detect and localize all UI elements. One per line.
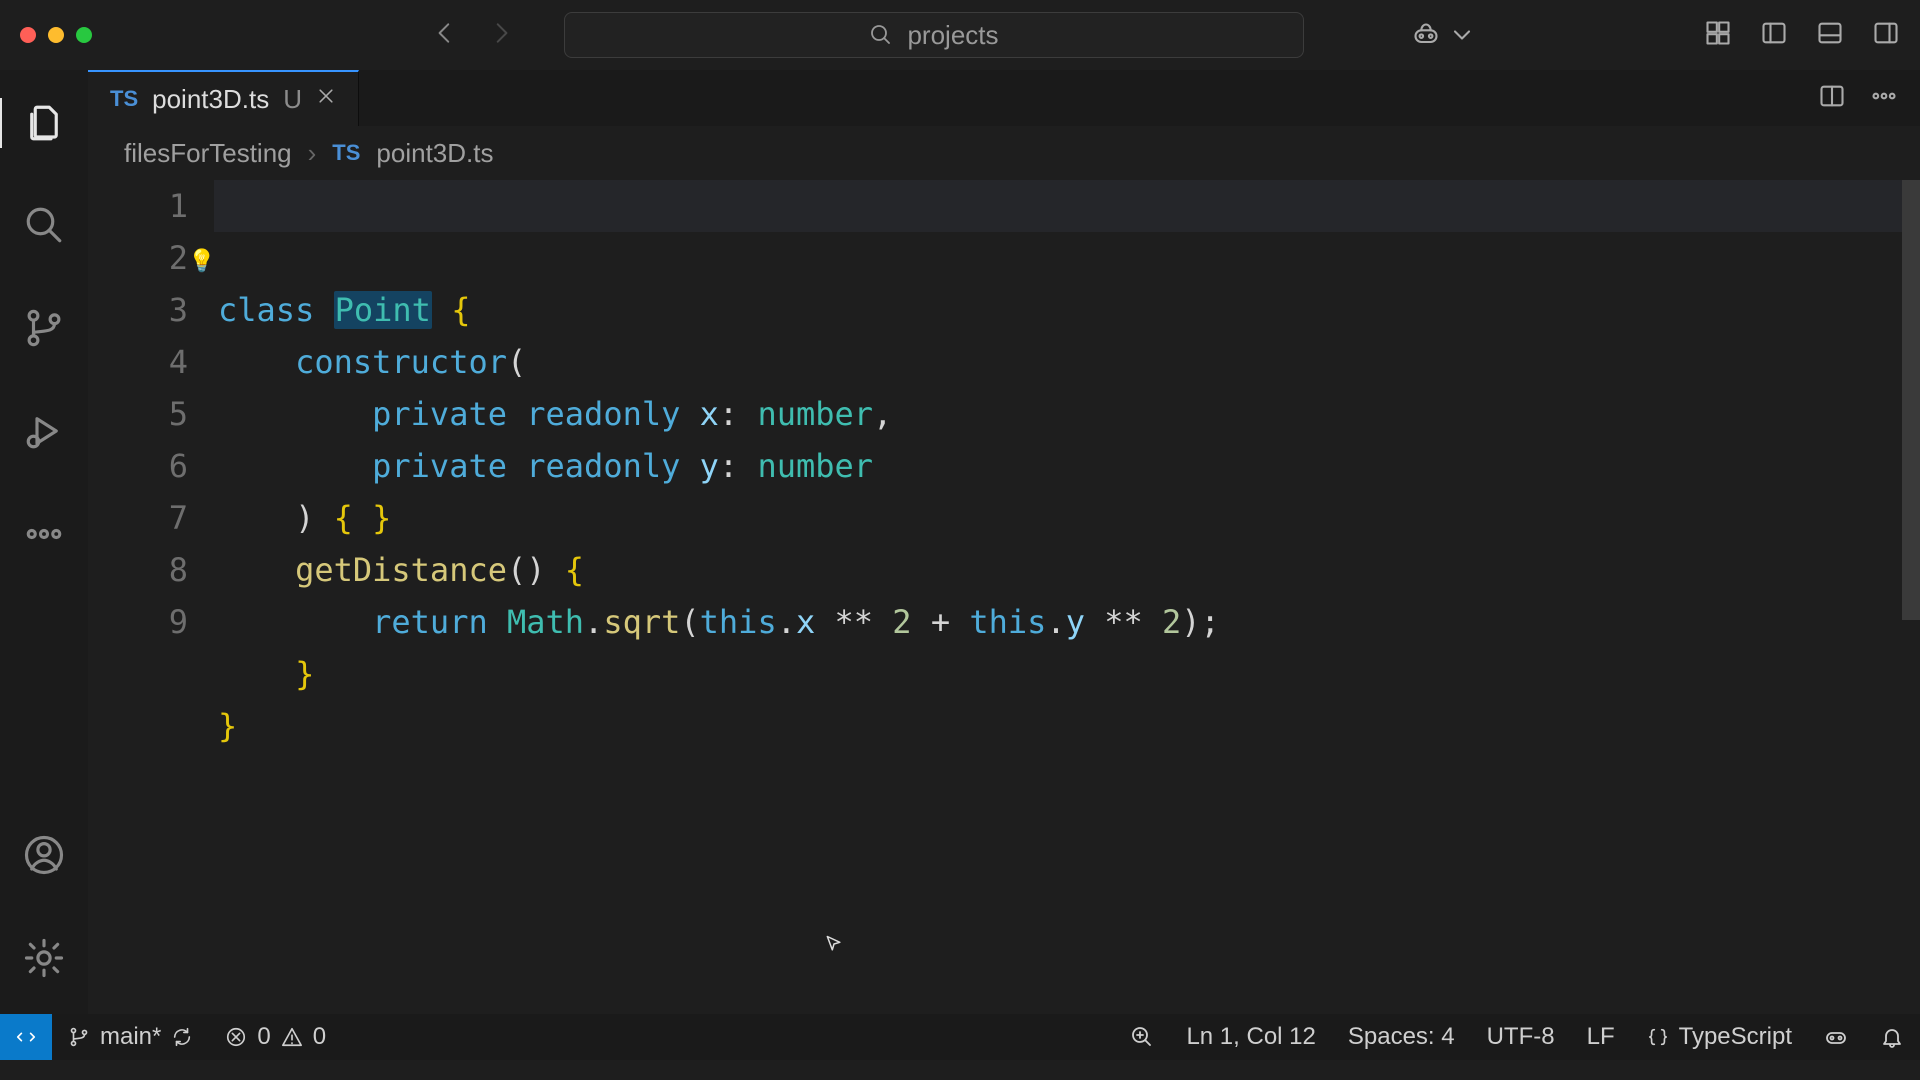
zoom-window-button[interactable]: [76, 27, 92, 43]
gear-icon: [23, 937, 65, 979]
tab-close-button[interactable]: [316, 86, 336, 112]
breadcrumb-folder[interactable]: filesForTesting: [124, 138, 292, 169]
warning-icon: [281, 1026, 303, 1048]
warning-count: 0: [313, 1023, 326, 1051]
encoding-status[interactable]: UTF-8: [1471, 1023, 1571, 1051]
braces-icon: [1647, 1026, 1669, 1048]
sync-icon[interactable]: [171, 1026, 193, 1048]
minimap-scrollbar[interactable]: [1902, 180, 1920, 1014]
tab-modified-indicator: U: [283, 84, 302, 115]
branch-icon: [68, 1026, 90, 1048]
search-icon: [23, 204, 65, 246]
editor-tab-point3d[interactable]: TS point3D.ts U: [88, 70, 359, 126]
source-control-tab[interactable]: [23, 307, 65, 354]
typescript-badge: TS: [110, 86, 138, 112]
problems-status[interactable]: 0 0: [209, 1023, 342, 1051]
settings-button[interactable]: [23, 937, 65, 984]
eol-status[interactable]: LF: [1571, 1023, 1631, 1051]
close-window-button[interactable]: [20, 27, 36, 43]
more-actions-button[interactable]: [1870, 82, 1898, 115]
typescript-badge: TS: [332, 140, 360, 166]
branch-icon: [23, 307, 65, 349]
line-number: 9: [88, 596, 188, 648]
chevron-right-icon: ›: [308, 138, 317, 169]
navigate-back-button[interactable]: [432, 20, 458, 51]
play-bug-icon: [23, 410, 65, 452]
line-number: 7: [88, 492, 188, 544]
account-icon: [23, 834, 65, 876]
copilot-icon: [1412, 21, 1440, 49]
customize-layout-button[interactable]: [1704, 19, 1732, 52]
zoom-in-icon: [1130, 1025, 1154, 1049]
ellipsis-icon: [23, 513, 65, 555]
nav-arrows: [432, 20, 514, 51]
language-status[interactable]: TypeScript: [1631, 1023, 1808, 1051]
minimize-window-button[interactable]: [48, 27, 64, 43]
line-number: 8: [88, 544, 188, 596]
error-count: 0: [257, 1023, 270, 1051]
line-number: 2: [88, 232, 188, 284]
line-number: 1: [88, 180, 188, 232]
window-controls: [20, 27, 92, 43]
line-number: 4: [88, 336, 188, 388]
explorer-tab[interactable]: [0, 98, 87, 148]
current-line-highlight: [214, 180, 1902, 232]
breadcrumb[interactable]: filesForTesting › TS point3D.ts: [88, 126, 1920, 180]
branch-name: main*: [100, 1023, 161, 1051]
copilot-icon: [1824, 1025, 1848, 1049]
accounts-button[interactable]: [23, 834, 65, 881]
remote-window-button[interactable]: [0, 1014, 52, 1060]
code-editor[interactable]: 1 2 3 4 5 6 7 8 9 💡 class Point { constr…: [88, 180, 1920, 1014]
bell-icon: [1880, 1025, 1904, 1049]
git-branch-status[interactable]: main*: [52, 1023, 209, 1051]
more-views-button[interactable]: [23, 513, 65, 560]
toggle-secondary-sidebar-button[interactable]: [1872, 19, 1900, 52]
chevron-down-icon: [1448, 21, 1476, 49]
title-right-group: [1412, 19, 1900, 52]
cursor-position-status[interactable]: Ln 1, Col 12: [1170, 1023, 1331, 1051]
editor-area: TS point3D.ts U filesForTesting › TS poi…: [88, 70, 1920, 1014]
run-debug-tab[interactable]: [23, 410, 65, 457]
indentation-status[interactable]: Spaces: 4: [1332, 1023, 1471, 1051]
mouse-cursor-icon: [692, 870, 844, 1026]
line-number: 3: [88, 284, 188, 336]
toggle-primary-sidebar-button[interactable]: [1760, 19, 1788, 52]
copilot-status[interactable]: [1808, 1025, 1864, 1049]
error-icon: [225, 1026, 247, 1048]
title-bar: projects: [0, 0, 1920, 70]
line-number: 6: [88, 440, 188, 492]
files-icon: [23, 102, 65, 144]
line-number-gutter: 1 2 3 4 5 6 7 8 9 💡: [88, 180, 218, 1014]
lightbulb-quickfix-icon[interactable]: 💡: [188, 236, 215, 288]
zoom-status[interactable]: [1114, 1025, 1170, 1049]
breadcrumb-file[interactable]: point3D.ts: [376, 138, 493, 169]
editor-tab-row: TS point3D.ts U: [88, 70, 1920, 126]
layout-controls: [1704, 19, 1900, 52]
command-center-search[interactable]: projects: [564, 12, 1304, 58]
activity-bar: [0, 70, 88, 1014]
split-editor-button[interactable]: [1818, 82, 1846, 115]
line-number: 5: [88, 388, 188, 440]
status-bar: main* 0 0 Ln 1, Col 12 Spaces: 4 UTF-8 L…: [0, 1014, 1920, 1060]
editor-actions: [1818, 70, 1920, 126]
scrollbar-thumb[interactable]: [1902, 180, 1920, 620]
search-icon: [869, 23, 893, 47]
tab-filename: point3D.ts: [152, 84, 269, 115]
toggle-panel-button[interactable]: [1816, 19, 1844, 52]
search-text: projects: [907, 20, 998, 51]
copilot-dropdown[interactable]: [1412, 21, 1476, 49]
navigate-forward-button[interactable]: [488, 20, 514, 51]
search-tab[interactable]: [23, 204, 65, 251]
notifications-button[interactable]: [1864, 1025, 1920, 1049]
code-content[interactable]: class Point { constructor( private reado…: [218, 180, 1902, 1014]
